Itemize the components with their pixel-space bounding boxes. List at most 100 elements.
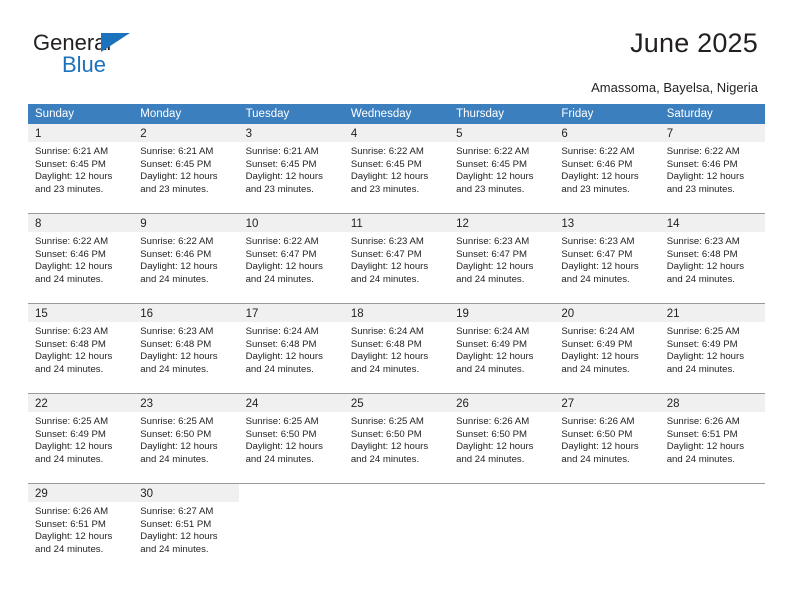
sunrise-text: Sunrise: 6:21 AM	[35, 146, 109, 157]
day-info: Sunrise: 6:23 AM Sunset: 6:48 PM Daylight:…	[28, 322, 133, 376]
location-subtitle: Amassoma, Bayelsa, Nigeria	[591, 80, 758, 95]
day-number-band: 29	[28, 484, 134, 502]
calendar-day-cell[interactable]: 22 Sunrise: 6:25 AM Sunset: 6:49 PM Dayligh…	[28, 394, 134, 483]
calendar-day-cell[interactable]: 15 Sunrise: 6:23 AM Sunset: 6:48 PM Dayligh…	[28, 304, 134, 393]
day-number-band: 17	[238, 304, 344, 322]
weekday-header-row: Sunday Monday Tuesday Wednesday Thursday…	[28, 104, 765, 124]
calendar-day-cell[interactable]: 7 Sunrise: 6:22 AM Sunset: 6:46 PM Daylight…	[659, 124, 765, 213]
day-number-band	[660, 484, 765, 502]
calendar-day-cell[interactable]: 18 Sunrise: 6:24 AM Sunset: 6:48 PM Dayligh…	[343, 304, 450, 393]
calendar-day-cell[interactable]: 24 Sunrise: 6:25 AM Sunset: 6:50 PM Dayligh…	[238, 394, 344, 483]
sunrise-text: Sunrise: 6:22 AM	[35, 236, 109, 247]
calendar-day-cell[interactable]: 17 Sunrise: 6:24 AM Sunset: 6:48 PM Dayligh…	[238, 304, 344, 393]
calendar-day-cell-empty	[344, 484, 449, 573]
calendar-day-cell[interactable]: 20 Sunrise: 6:24 AM Sunset: 6:49 PM Dayligh…	[554, 304, 660, 393]
calendar-day-cell[interactable]: 14 Sunrise: 6:23 AM Sunset: 6:48 PM Dayligh…	[659, 214, 765, 303]
day-number-band	[449, 484, 554, 502]
brand-logo[interactable]: General Blue	[33, 30, 233, 80]
sunset-text: Sunset: 6:46 PM	[666, 158, 738, 170]
calendar-day-cell[interactable]: 26 Sunrise: 6:26 AM Sunset: 6:50 PM Dayligh…	[449, 394, 555, 483]
sunrise-text: Sunrise: 6:25 AM	[245, 416, 319, 427]
calendar-day-cell[interactable]: 23 Sunrise: 6:25 AM Sunset: 6:50 PM Dayligh…	[133, 394, 239, 483]
day-number: 19	[456, 308, 469, 320]
calendar-day-cell[interactable]: 10 Sunrise: 6:22 AM Sunset: 6:47 PM Dayligh…	[238, 214, 344, 303]
calendar-day-cell[interactable]: 9 Sunrise: 6:22 AM Sunset: 6:46 PM Daylight…	[133, 214, 239, 303]
day-number: 15	[35, 308, 48, 320]
calendar-day-cell[interactable]: 19 Sunrise: 6:24 AM Sunset: 6:49 PM Dayligh…	[449, 304, 555, 393]
calendar-day-cell[interactable]: 4 Sunrise: 6:22 AM Sunset: 6:45 PM Daylight…	[343, 124, 450, 213]
daylight-text-line1: Daylight: 12 hours	[35, 171, 113, 183]
sunset-text: Sunset: 6:49 PM	[561, 338, 633, 350]
day-info: Sunrise: 6:22 AM Sunset: 6:45 PM Daylight:…	[449, 142, 554, 196]
sunset-text: Sunset: 6:50 PM	[245, 428, 317, 440]
day-info: Sunrise: 6:22 AM Sunset: 6:46 PM Daylight:…	[28, 232, 133, 286]
calendar-day-cell[interactable]: 28 Sunrise: 6:26 AM Sunset: 6:51 PM Dayligh…	[659, 394, 765, 483]
sunrise-text: Sunrise: 6:23 AM	[140, 326, 214, 337]
day-number: 4	[350, 128, 358, 140]
daylight-text-line1: Daylight: 12 hours	[666, 261, 745, 273]
sunset-text: Sunset: 6:45 PM	[456, 158, 528, 170]
calendar-week-row: 15 Sunrise: 6:23 AM Sunset: 6:48 PM Dayligh…	[28, 303, 765, 393]
weekday-header-monday: Monday	[140, 108, 182, 120]
sunrise-text: Sunrise: 6:24 AM	[456, 326, 530, 337]
sunrise-text: Sunrise: 6:23 AM	[561, 236, 635, 247]
calendar-day-cell-empty	[554, 484, 659, 573]
sunset-text: Sunset: 6:45 PM	[140, 158, 212, 170]
daylight-text-line2: and 24 minutes.	[456, 363, 525, 375]
day-number: 7	[666, 128, 674, 140]
day-number: 23	[140, 398, 154, 410]
day-number: 27	[561, 398, 575, 410]
weekday-header-friday: Friday	[561, 108, 594, 120]
day-info: Sunrise: 6:26 AM Sunset: 6:50 PM Daylight:…	[554, 412, 659, 466]
calendar-day-cell[interactable]: 12 Sunrise: 6:23 AM Sunset: 6:47 PM Dayligh…	[449, 214, 555, 303]
calendar-weeks: 1 Sunrise: 6:21 AM Sunset: 6:45 PM Daylight…	[28, 124, 765, 573]
sunset-text: Sunset: 6:51 PM	[666, 428, 738, 440]
day-info: Sunrise: 6:24 AM Sunset: 6:49 PM Daylight:…	[449, 322, 554, 376]
day-number-band: 15	[28, 304, 134, 322]
sunset-text: Sunset: 6:49 PM	[456, 338, 528, 350]
daylight-text-line1: Daylight: 12 hours	[350, 351, 429, 363]
day-number-band	[344, 484, 449, 502]
day-number: 6	[561, 128, 568, 140]
calendar-day-cell[interactable]: 29 Sunrise: 6:26 AM Sunset: 6:51 PM Dayligh…	[28, 484, 134, 573]
day-number: 10	[245, 218, 259, 230]
day-number-band: 19	[449, 304, 555, 322]
calendar-day-cell[interactable]: 6 Sunrise: 6:22 AM Sunset: 6:46 PM Daylight…	[554, 124, 660, 213]
sunset-text: Sunset: 6:48 PM	[245, 338, 317, 350]
day-info: Sunrise: 6:25 AM Sunset: 6:50 PM Daylight:…	[133, 412, 238, 466]
calendar-day-cell[interactable]: 25 Sunrise: 6:25 AM Sunset: 6:50 PM Dayligh…	[343, 394, 450, 483]
weekday-header-thursday: Thursday	[456, 108, 505, 120]
daylight-text-line2: and 23 minutes.	[456, 183, 525, 195]
calendar-day-cell[interactable]: 27 Sunrise: 6:26 AM Sunset: 6:50 PM Dayligh…	[554, 394, 660, 483]
sunrise-text: Sunrise: 6:21 AM	[245, 146, 319, 157]
calendar-day-cell[interactable]: 2 Sunrise: 6:21 AM Sunset: 6:45 PM Daylight…	[133, 124, 239, 213]
weekday-header-wednesday: Wednesday	[350, 108, 412, 120]
calendar-day-cell[interactable]: 5 Sunrise: 6:22 AM Sunset: 6:45 PM Daylight…	[449, 124, 555, 213]
calendar-day-cell[interactable]: 8 Sunrise: 6:22 AM Sunset: 6:46 PM Daylight…	[28, 214, 134, 303]
day-number-band	[554, 484, 659, 502]
day-info: Sunrise: 6:24 AM Sunset: 6:49 PM Daylight:…	[554, 322, 659, 376]
sunset-text: Sunset: 6:47 PM	[456, 248, 528, 260]
daylight-text-line1: Daylight: 12 hours	[561, 261, 639, 273]
calendar-day-cell[interactable]: 13 Sunrise: 6:23 AM Sunset: 6:47 PM Dayligh…	[554, 214, 660, 303]
day-number: 18	[350, 308, 364, 320]
brand-name-blue: Blue	[62, 52, 107, 77]
day-number-band	[239, 484, 344, 502]
sunrise-text: Sunrise: 6:24 AM	[245, 326, 319, 337]
day-info: Sunrise: 6:21 AM Sunset: 6:45 PM Daylight:…	[239, 142, 344, 196]
calendar-day-cell[interactable]: 11 Sunrise: 6:23 AM Sunset: 6:47 PM Dayligh…	[343, 214, 450, 303]
calendar-day-cell[interactable]: 30 Sunrise: 6:27 AM Sunset: 6:51 PM Dayligh…	[133, 484, 239, 573]
calendar-day-cell[interactable]: 3 Sunrise: 6:21 AM Sunset: 6:45 PM Daylight…	[238, 124, 344, 213]
calendar-day-cell[interactable]: 16 Sunrise: 6:23 AM Sunset: 6:48 PM Dayligh…	[133, 304, 239, 393]
daylight-text-line2: and 24 minutes.	[140, 363, 209, 375]
day-info: Sunrise: 6:22 AM Sunset: 6:46 PM Daylight:…	[133, 232, 238, 286]
daylight-text-line1: Daylight: 12 hours	[35, 441, 113, 453]
calendar-day-cell[interactable]: 21 Sunrise: 6:25 AM Sunset: 6:49 PM Dayligh…	[659, 304, 765, 393]
day-info: Sunrise: 6:24 AM Sunset: 6:48 PM Daylight:…	[239, 322, 344, 376]
sunrise-text: Sunrise: 6:21 AM	[140, 146, 214, 157]
day-number-band: 11	[343, 214, 450, 232]
calendar-day-cell[interactable]: 1 Sunrise: 6:21 AM Sunset: 6:45 PM Daylight…	[28, 124, 134, 213]
sunrise-text: Sunrise: 6:24 AM	[350, 326, 424, 337]
daylight-text-line1: Daylight: 12 hours	[35, 261, 113, 273]
daylight-text-line1: Daylight: 12 hours	[245, 441, 323, 453]
